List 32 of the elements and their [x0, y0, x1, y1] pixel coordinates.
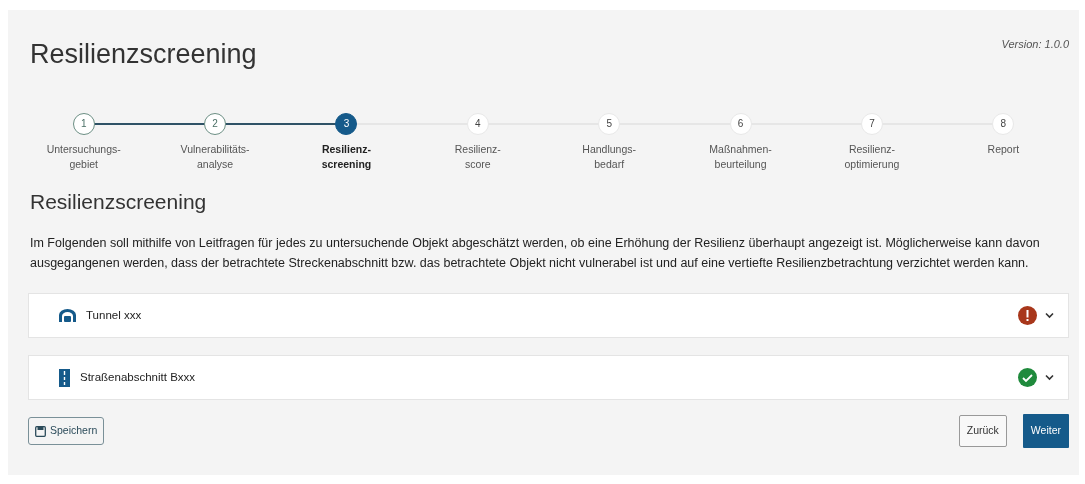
step-circle[interactable]: 2 [204, 112, 227, 135]
page-title: Resilienzscreening [30, 38, 257, 71]
object-name: Straßenabschnitt Bxxx [80, 370, 196, 386]
step-label: Handlungs- bedarf [582, 141, 637, 172]
step-label: Resilienz- screening [321, 141, 372, 172]
step-label: Resilienz- optimierung [844, 141, 900, 172]
intro-text: Im Folgenden soll mithilfe von Leitfragen für jedes zu untersuchende Objekt abgeschätzt werden, ob eine Erhöhung der Resilienz überhaupt angezeigt ist. Möglicherweise kann davon ausgegangenen werden, dass der betrachtete Streckenabschnitt bzw. das betrachtete Objekt nicht vulnerabel ist und auf eine vertiefte Resilienzbetrachtung verzichtet werden kann. [30, 235, 1041, 273]
object-name: Tunnel xxx [86, 308, 142, 324]
next-button[interactable]: Weiter [1022, 414, 1069, 449]
tunnel-icon [59, 309, 76, 323]
step-label: Untersuchungs- gebiet [46, 141, 121, 172]
step-circle[interactable]: 6 [729, 112, 752, 135]
step-circle[interactable]: 7 [860, 112, 883, 135]
chevron-icon[interactable] [1045, 374, 1054, 382]
step-circle[interactable]: 5 [598, 112, 621, 135]
section-title: Resilienzscreening [30, 188, 208, 215]
road-icon [59, 368, 70, 387]
back-button[interactable]: Zurück [958, 415, 1007, 448]
step-label: Report [987, 141, 1020, 157]
save-icon [35, 425, 46, 437]
step-circle[interactable]: 4 [466, 112, 489, 135]
object-panel[interactable]: Tunnel xxx [28, 293, 1069, 339]
chevron-icon[interactable] [1045, 312, 1054, 320]
save-button[interactable]: Speichern [28, 417, 105, 446]
object-panel[interactable]: Straßenabschnitt Bxxx [28, 355, 1069, 401]
version-label: Version: 1.0.0 [1001, 37, 1069, 52]
step-label: Vulnerabilitäts- analyse [180, 141, 250, 172]
step-label: Resilienz- score [454, 141, 501, 172]
step-circle[interactable]: 1 [72, 112, 95, 135]
step-label: Maßnahmen- beurteilung [709, 141, 772, 172]
step-circle[interactable]: 8 [992, 112, 1015, 135]
step-circle[interactable]: 3 [335, 112, 358, 135]
